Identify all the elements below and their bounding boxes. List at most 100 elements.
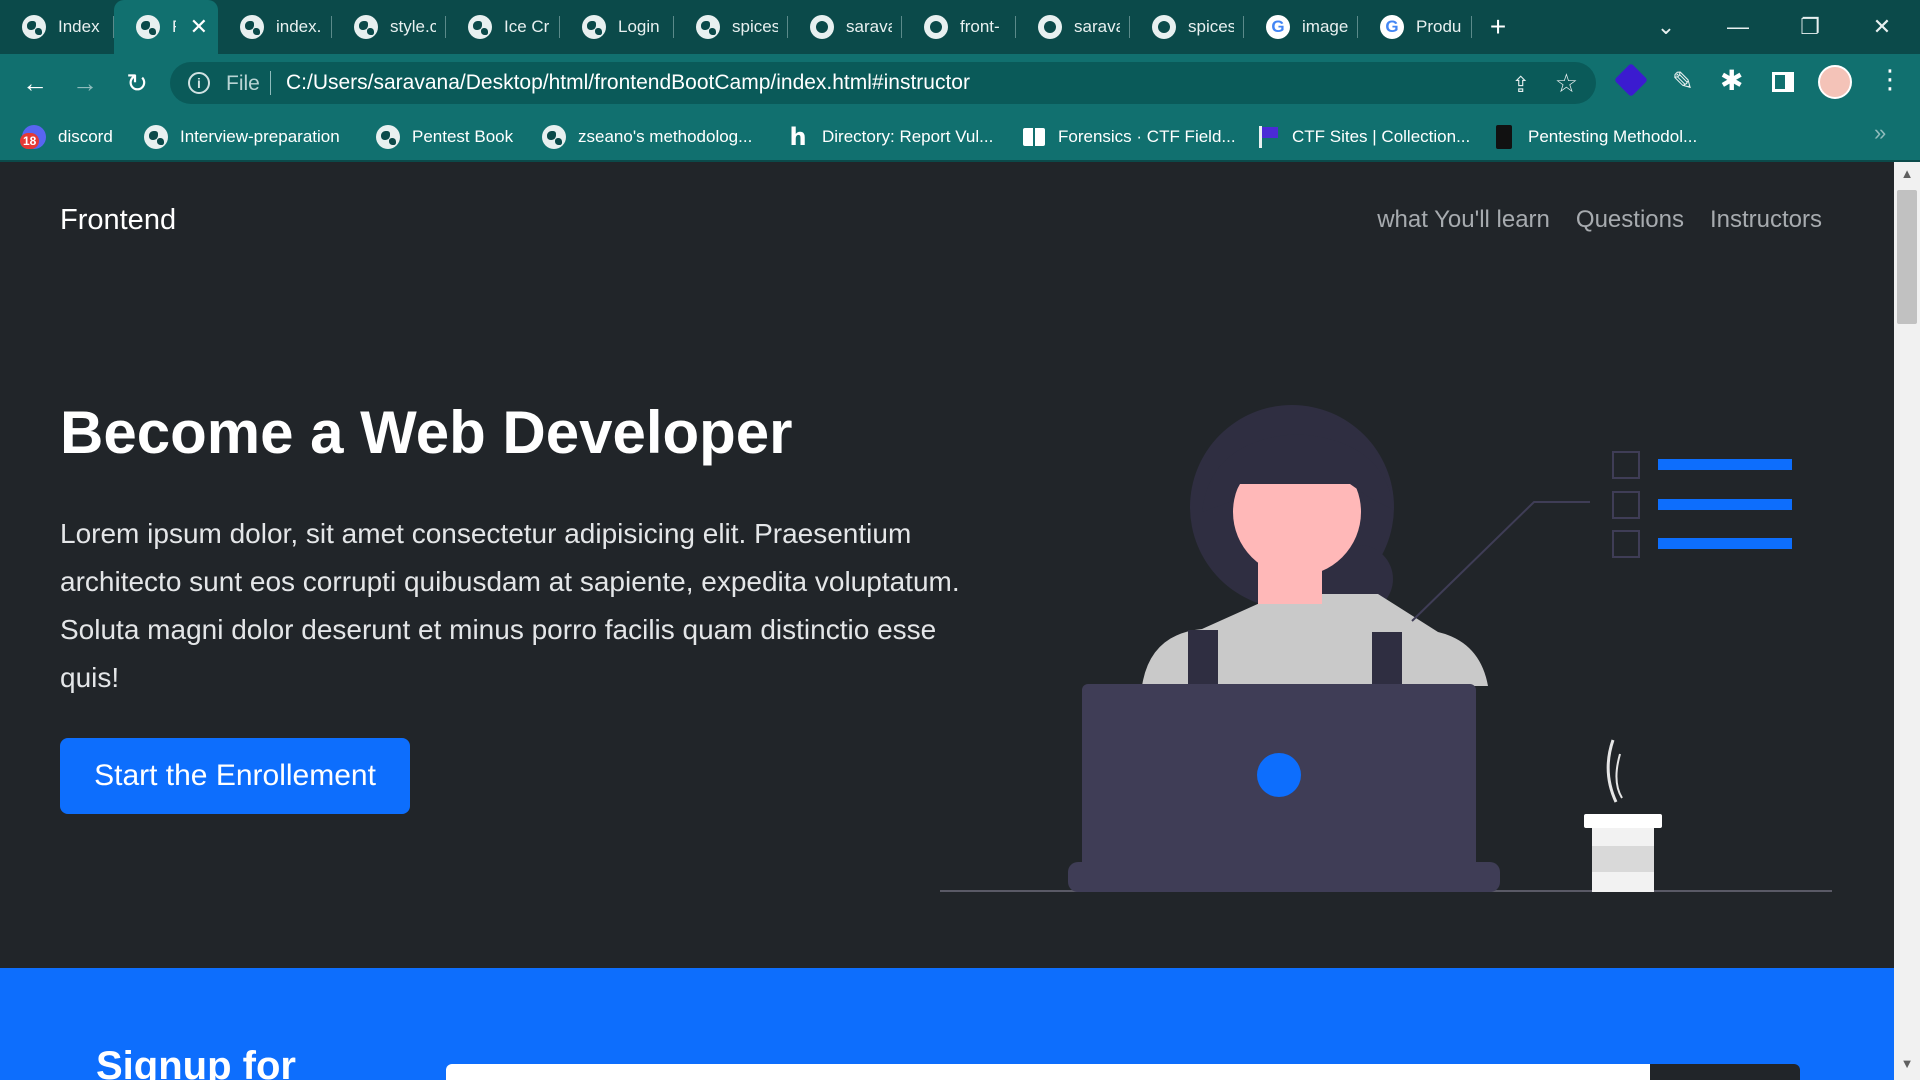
info-icon[interactable]: i xyxy=(188,72,210,94)
tab-title: spices xyxy=(732,17,778,36)
bookmark-pentest-book[interactable]: Pentest Book xyxy=(376,124,513,150)
globe-icon xyxy=(354,15,378,39)
scroll-up-icon[interactable]: ▲ xyxy=(1894,166,1920,186)
navbar-brand[interactable]: Frontend xyxy=(60,204,176,237)
extension-pen-icon[interactable]: ✎ xyxy=(1672,66,1694,97)
tab-title: sarava xyxy=(846,17,892,36)
signup-email-input[interactable] xyxy=(446,1064,1652,1080)
browser-tab[interactable]: spices xyxy=(1130,0,1244,54)
google-icon: G xyxy=(1266,15,1290,39)
browser-tab[interactable]: style.c xyxy=(332,0,446,54)
hero-text: Lorem ipsum dolor, sit amet consectetur … xyxy=(60,518,960,693)
bookmark-star-icon[interactable]: ☆ xyxy=(1555,68,1578,99)
bookmarks-bar: 18 discord Interview-preparation Pentest… xyxy=(0,110,1920,162)
tab-title: Index xyxy=(58,17,100,36)
bookmark-label: Pentesting Methodol... xyxy=(1528,127,1698,146)
tab-title: Fr xyxy=(172,17,176,37)
flag-icon xyxy=(1256,125,1280,149)
tab-search-icon[interactable]: ⌄ xyxy=(1630,0,1702,54)
reload-icon[interactable]: ↻ xyxy=(122,68,152,98)
browser-tab[interactable]: index. xyxy=(218,0,332,54)
globe-icon xyxy=(468,15,492,39)
page-scrollbar[interactable]: ▲ ▼ xyxy=(1894,162,1920,1080)
bookmark-label: Interview-preparation xyxy=(180,127,340,146)
notification-badge: 18 xyxy=(20,133,40,149)
side-panel-icon[interactable] xyxy=(1772,72,1794,92)
browser-tab[interactable]: sarava xyxy=(788,0,902,54)
browser-tab[interactable]: Gimage xyxy=(1244,0,1358,54)
browser-tab[interactable]: Login xyxy=(560,0,674,54)
discord-icon: 18 xyxy=(20,125,46,149)
bookmarks-overflow-icon[interactable]: » xyxy=(1874,120,1886,146)
globe-icon xyxy=(696,15,720,39)
profile-avatar[interactable] xyxy=(1818,65,1852,99)
back-arrow-icon[interactable]: ← xyxy=(20,68,50,98)
browser-tab[interactable]: Ice Cre xyxy=(446,0,560,54)
bookmark-forensics[interactable]: Forensics · CTF Field... xyxy=(1022,124,1236,150)
globe-icon xyxy=(542,125,566,149)
tab-title: Ice Cre xyxy=(504,17,550,36)
bookmark-ctf-sites[interactable]: CTF Sites | Collection... xyxy=(1256,124,1470,150)
nav-link-learn[interactable]: what You'll learn xyxy=(1377,206,1550,234)
github-icon xyxy=(924,15,948,39)
close-icon[interactable]: ✕ xyxy=(190,14,208,40)
bookmark-label: zseano's methodolog... xyxy=(578,127,753,146)
signup-title: Signup for xyxy=(96,1044,296,1080)
web-page: Frontend what You'll learn Questions Ins… xyxy=(0,162,1894,1080)
globe-icon xyxy=(144,125,168,149)
address-bar[interactable]: i File C:/Users/saravana/Desktop/html/fr… xyxy=(170,62,1596,104)
forward-arrow-icon[interactable]: → xyxy=(70,68,100,98)
tab-title: image xyxy=(1302,17,1348,36)
share-icon[interactable]: ⇪ xyxy=(1512,72,1530,98)
globe-icon xyxy=(240,15,264,39)
signup-section: Signup for xyxy=(0,968,1894,1080)
signup-submit-button[interactable] xyxy=(1650,1064,1800,1080)
browser-tab[interactable]: spices xyxy=(674,0,788,54)
extensions-puzzle-icon[interactable]: ✱ xyxy=(1720,64,1743,97)
new-tab-button[interactable]: + xyxy=(1472,0,1524,54)
browser-tab[interactable]: G Produ xyxy=(1358,0,1472,54)
address-scheme-label: File xyxy=(226,72,260,95)
globe-icon xyxy=(136,15,160,39)
browser-tab-active[interactable]: Fr ✕ xyxy=(114,0,218,54)
scroll-down-icon[interactable]: ▼ xyxy=(1894,1056,1920,1076)
navbar-links: what You'll learn Questions Instructors xyxy=(1377,206,1822,234)
window-close-icon[interactable]: ✕ xyxy=(1846,0,1918,54)
bookmark-pentesting-methodology[interactable]: Pentesting Methodol... xyxy=(1492,124,1697,150)
bookmark-discord[interactable]: 18 discord xyxy=(20,124,113,150)
nav-link-instructors[interactable]: Instructors xyxy=(1710,206,1822,234)
github-icon xyxy=(810,15,834,39)
browser-tab[interactable]: sarava xyxy=(1016,0,1130,54)
address-url[interactable]: C:/Users/saravana/Desktop/html/frontendB… xyxy=(286,71,970,95)
globe-icon xyxy=(22,15,46,39)
browser-tab[interactable]: Index xyxy=(0,0,114,54)
browser-tab[interactable]: front- xyxy=(902,0,1016,54)
address-divider xyxy=(270,71,271,95)
github-icon xyxy=(1152,15,1176,39)
book-icon xyxy=(1022,125,1046,149)
tab-title: style.c xyxy=(390,17,436,36)
bookmark-label: Pentest Book xyxy=(412,127,514,146)
hackerone-icon: h xyxy=(789,123,807,151)
tab-title: Produ xyxy=(1416,17,1462,36)
globe-icon xyxy=(582,15,606,39)
google-icon: G xyxy=(1380,15,1404,39)
minimize-icon[interactable]: — xyxy=(1702,0,1774,54)
bookmark-label: discord xyxy=(58,127,113,146)
tab-title: spices xyxy=(1188,17,1234,36)
browser-menu-icon[interactable]: ⋮ xyxy=(1877,64,1903,95)
bookmark-hackerone-directory[interactable]: h Directory: Report Vul... xyxy=(786,123,994,151)
bookmark-zseano[interactable]: zseano's methodolog... xyxy=(542,124,752,150)
tab-title: index. xyxy=(276,17,322,36)
restore-icon[interactable]: ❐ xyxy=(1774,0,1846,54)
scrollbar-thumb[interactable] xyxy=(1897,190,1917,324)
bookmark-label: Directory: Report Vul... xyxy=(822,127,994,146)
nav-link-questions[interactable]: Questions xyxy=(1576,206,1684,234)
bookmark-interview-preparation[interactable]: Interview-preparation xyxy=(144,124,340,150)
globe-icon xyxy=(376,125,400,149)
enroll-button[interactable]: Start the Enrollement xyxy=(60,738,410,814)
bookmark-label: Forensics · CTF Field... xyxy=(1058,127,1236,146)
hero-title: Become a Web Developer xyxy=(60,399,793,466)
bookmark-label: CTF Sites | Collection... xyxy=(1292,127,1471,146)
tab-title: sarava xyxy=(1074,17,1120,36)
